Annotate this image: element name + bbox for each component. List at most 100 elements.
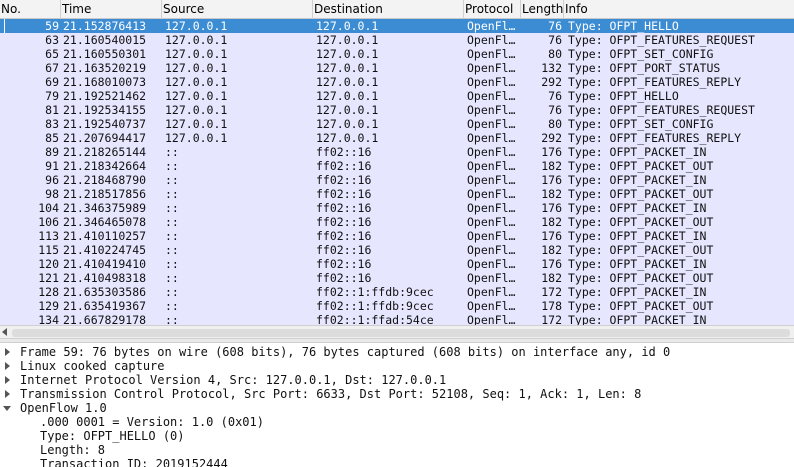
packet-row[interactable]: 121 21.410498318:: ff02::16 OpenFl… 182 Type:… — [0, 271, 794, 285]
collapse-arrow-icon[interactable] — [3, 406, 11, 411]
cell-info: Type: OFPT_PACKET_IN — [568, 173, 707, 187]
expand-arrow-icon[interactable] — [5, 348, 10, 356]
cell-destination: 127.0.0.1 — [316, 103, 379, 117]
cell-destination: 127.0.0.1 — [316, 33, 379, 47]
packet-list-horizontal-scrollbar[interactable] — [0, 325, 794, 339]
packet-row[interactable]: 65 21.160550301 127.0.0.1 127.0.0.1 OpenFl… 8… — [0, 47, 794, 61]
cell-time: 21.192534155 — [63, 103, 147, 117]
cell-destination: 127.0.0.1 — [316, 19, 379, 33]
packet-list[interactable]: 59 21.152876413 127.0.0.1 127.0.0.1 OpenFl… 7… — [0, 19, 794, 325]
detail-linux-cooked-text: Linux cooked capture — [20, 359, 165, 373]
detail-tcp[interactable]: Transmission Control Protocol, Src Port:… — [0, 387, 794, 401]
cell-length: 132 — [541, 61, 562, 75]
packet-row[interactable]: 128 21.635303586:: ff02::1:ffdb:9cec OpenFl… — [0, 285, 794, 299]
cell-source: :: — [165, 159, 179, 173]
packet-row[interactable]: 106 21.346465078:: ff02::16 OpenFl… 182 Type:… — [0, 215, 794, 229]
cell-source: :: — [165, 187, 179, 201]
cell-length: 178 — [541, 299, 562, 313]
cell-info: Type: OFPT_SET_CONFIG — [568, 47, 714, 61]
column-header-source[interactable]: Source — [162, 0, 313, 19]
packet-row-selected[interactable]: 59 21.152876413 127.0.0.1 127.0.0.1 OpenFl… 7… — [0, 19, 794, 33]
cell-no: 120 — [38, 257, 59, 271]
cell-no: 134 — [38, 313, 59, 325]
cell-time: 21.192521462 — [63, 89, 147, 103]
cell-info: Type: OFPT_PACKET_IN — [568, 201, 707, 215]
cell-destination: ff02::1:ffdb:9cec — [316, 285, 434, 299]
cell-no: 81 — [45, 103, 59, 117]
cell-no: 91 — [45, 159, 59, 173]
cell-source: 127.0.0.1 — [165, 19, 228, 33]
scroll-left-arrow-icon[interactable] — [2, 328, 7, 336]
cell-info: Type: OFPT_SET_CONFIG — [568, 117, 714, 131]
cell-source: 127.0.0.1 — [165, 89, 228, 103]
cell-info: Type: OFPT_PACKET_IN — [568, 145, 707, 159]
packet-row[interactable]: 81 21.192534155 127.0.0.1 127.0.0.1 OpenFl… 7… — [0, 103, 794, 117]
detail-of-xid[interactable]: Transaction ID: 2019152444 — [0, 457, 794, 467]
cell-time: 21.152876413 — [63, 19, 147, 33]
cell-time: 21.346465078 — [63, 215, 147, 229]
cell-no: 79 — [45, 89, 59, 103]
packet-row[interactable]: 89 21.218265144:: ff02::16 OpenFl… 176 Type: … — [0, 145, 794, 159]
cell-protocol: OpenFl… — [467, 75, 516, 89]
expand-arrow-icon[interactable] — [5, 376, 10, 384]
cell-info: Type: OFPT_PACKET_IN — [568, 313, 707, 325]
packet-row[interactable]: 67 21.163520219 127.0.0.1 127.0.0.1 OpenFl… 1… — [0, 61, 794, 75]
packet-list-header: No. Time Source Destination Protocol Len… — [0, 0, 794, 19]
packet-row[interactable]: 104 21.346375989:: ff02::16 OpenFl… 176 Type:… — [0, 201, 794, 215]
packet-row[interactable]: 79 21.192521462 127.0.0.1 127.0.0.1 OpenFl… 7… — [0, 89, 794, 103]
packet-row[interactable]: 134 21.667829178:: ff02::1:ffad:54ce OpenFl… — [0, 313, 794, 325]
cell-info: Type: OFPT_FEATURES_REQUEST — [568, 103, 755, 117]
detail-of-length[interactable]: Length: 8 — [0, 443, 794, 457]
detail-frame[interactable]: Frame 59: 76 bytes on wire (608 bits), 7… — [0, 345, 794, 359]
cell-source: 127.0.0.1 — [165, 117, 228, 131]
cell-destination: ff02::16 — [316, 159, 372, 173]
cell-destination: ff02::1:ffdb:9cec — [316, 299, 434, 313]
detail-of-version[interactable]: .000 0001 = Version: 1.0 (0x01) — [0, 415, 794, 429]
packet-row[interactable]: 83 21.192540737 127.0.0.1 127.0.0.1 OpenFl… 8… — [0, 117, 794, 131]
cell-no: 69 — [45, 75, 59, 89]
cell-no: 104 — [38, 201, 59, 215]
cell-source: :: — [165, 243, 179, 257]
column-header-info[interactable]: Info — [564, 0, 794, 19]
packet-row[interactable]: 129 21.635419367:: ff02::1:ffdb:9cec OpenFl… — [0, 299, 794, 313]
cell-length: 292 — [541, 75, 562, 89]
expand-arrow-icon[interactable] — [5, 390, 10, 398]
cell-protocol: OpenFl… — [467, 131, 516, 145]
column-header-length[interactable]: Length — [521, 0, 564, 19]
cell-no: 121 — [38, 271, 59, 285]
cell-source: :: — [165, 271, 179, 285]
cell-length: 172 — [541, 285, 562, 299]
packet-row[interactable]: 63 21.160540015 127.0.0.1 127.0.0.1 OpenFl… 7… — [0, 33, 794, 47]
cell-no: 96 — [45, 173, 59, 187]
packet-row[interactable]: 91 21.218342664:: ff02::16 OpenFl… 182 Type: … — [0, 159, 794, 173]
detail-of-type[interactable]: Type: OFPT_HELLO (0) — [0, 429, 794, 443]
cell-no: 128 — [38, 285, 59, 299]
detail-linux-cooked[interactable]: Linux cooked capture — [0, 359, 794, 373]
packet-details-pane[interactable]: Frame 59: 76 bytes on wire (608 bits), 7… — [0, 343, 794, 467]
packet-row[interactable]: 85 21.207694417 127.0.0.1 127.0.0.1 OpenFl… 2… — [0, 131, 794, 145]
packet-row[interactable]: 96 21.218468790:: ff02::16 OpenFl… 176 Type: … — [0, 173, 794, 187]
packet-row[interactable]: 113 21.410110257:: ff02::16 OpenFl… 176 Type:… — [0, 229, 794, 243]
packet-row[interactable]: 98 21.218517856:: ff02::16 OpenFl… 182 Type: … — [0, 187, 794, 201]
cell-source: :: — [165, 313, 179, 325]
packet-row[interactable]: 115 21.410224745:: ff02::16 OpenFl… 182 Type:… — [0, 243, 794, 257]
column-header-destination[interactable]: Destination — [313, 0, 464, 19]
cell-info: Type: OFPT_PACKET_OUT — [568, 299, 714, 313]
column-header-protocol[interactable]: Protocol — [464, 0, 521, 19]
detail-openflow[interactable]: OpenFlow 1.0 — [0, 401, 794, 415]
cell-time: 21.410110257 — [63, 229, 147, 243]
cell-info: Type: OFPT_PACKET_IN — [568, 285, 707, 299]
cell-destination: ff02::16 — [316, 173, 372, 187]
cell-protocol: OpenFl… — [467, 285, 516, 299]
column-header-no[interactable]: No. — [0, 0, 61, 19]
packet-row[interactable]: 69 21.168010073 127.0.0.1 127.0.0.1 OpenFl… 2… — [0, 75, 794, 89]
expand-arrow-icon[interactable] — [5, 362, 10, 370]
cell-time: 21.192540737 — [63, 117, 147, 131]
cell-protocol: OpenFl… — [467, 215, 516, 229]
scrollbar-thumb[interactable] — [12, 329, 790, 337]
packet-row[interactable]: 120 21.410419410:: ff02::16 OpenFl… 176 Type:… — [0, 257, 794, 271]
cell-destination: ff02::16 — [316, 257, 372, 271]
detail-ip-text: Internet Protocol Version 4, Src: 127.0.… — [20, 373, 447, 387]
column-header-time[interactable]: Time — [61, 0, 162, 19]
detail-ip[interactable]: Internet Protocol Version 4, Src: 127.0.… — [0, 373, 794, 387]
